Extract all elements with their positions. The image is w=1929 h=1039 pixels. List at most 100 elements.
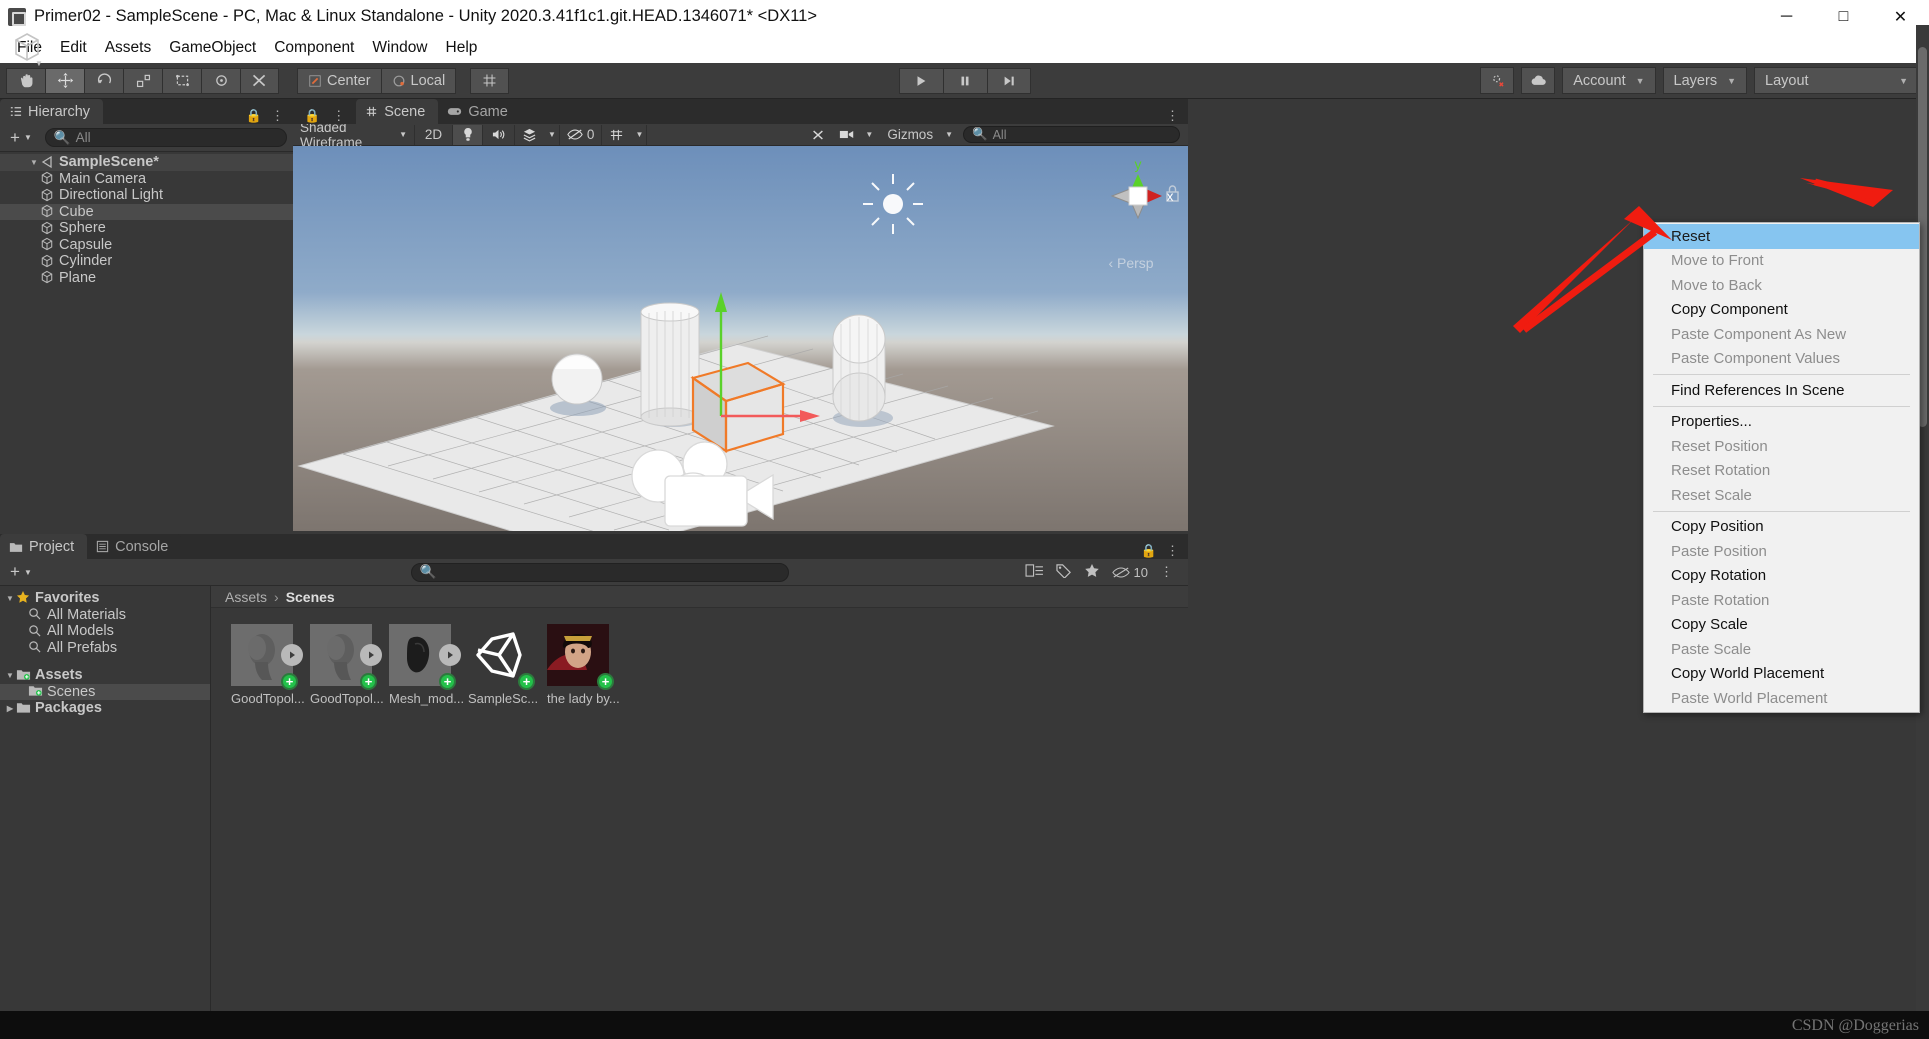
- project-tree-assets[interactable]: ▼ Assets: [0, 667, 210, 684]
- more-options-icon[interactable]: ⋮: [1166, 543, 1179, 559]
- menu-help[interactable]: Help: [437, 36, 487, 60]
- menu-item-copy-rotation[interactable]: Copy Rotation: [1644, 564, 1919, 589]
- grid-snap-icon[interactable]: [470, 67, 510, 94]
- menu-gameobject[interactable]: GameObject: [160, 36, 265, 60]
- chevron-down-icon[interactable]: ▼: [4, 594, 16, 603]
- asset-item[interactable]: + the lady by...: [547, 624, 620, 706]
- scene-camera-icon[interactable]: ▼: [832, 125, 880, 145]
- lock-icon[interactable]: 🔒: [1141, 543, 1157, 559]
- more-options-icon[interactable]: ⋮: [271, 108, 284, 124]
- pivot-rotation-button[interactable]: Local: [380, 67, 457, 94]
- menu-component[interactable]: Component: [265, 36, 363, 60]
- rect-tool-icon[interactable]: [162, 67, 201, 94]
- scene-fx-icon[interactable]: ▼: [515, 124, 560, 145]
- step-button[interactable]: [986, 67, 1031, 94]
- scene-search-input[interactable]: 🔍 All: [963, 126, 1180, 143]
- maximize-button[interactable]: □: [1815, 0, 1872, 33]
- custom-tool-icon[interactable]: [240, 67, 279, 94]
- menu-item-copy-component[interactable]: Copy Component: [1644, 298, 1919, 323]
- menu-item-find-references-in-scene[interactable]: Find References In Scene: [1644, 378, 1919, 403]
- account-button[interactable]: Account ▼: [1562, 67, 1656, 94]
- search-by-type-icon[interactable]: [1025, 563, 1044, 581]
- menu-window[interactable]: Window: [363, 36, 436, 60]
- hand-tool-icon[interactable]: [6, 67, 45, 94]
- play-button[interactable]: [898, 67, 943, 94]
- project-tree-all-prefabs[interactable]: All Prefabs: [0, 640, 210, 657]
- chevron-down-icon[interactable]: ▼: [541, 130, 556, 139]
- scene-grid-icon[interactable]: ▼: [602, 124, 648, 145]
- play-badge-icon[interactable]: [281, 644, 303, 666]
- chevron-down-icon[interactable]: ▼: [859, 130, 873, 139]
- scene-lighting-icon[interactable]: [453, 124, 483, 145]
- asset-item[interactable]: + SampleSc...: [468, 624, 538, 706]
- project-tree-scenes[interactable]: Scenes: [0, 683, 210, 700]
- menu-item-copy-scale[interactable]: Copy Scale: [1644, 613, 1919, 638]
- hierarchy-scene-row[interactable]: ▼ SampleScene*: [0, 154, 293, 171]
- hierarchy-item-cylinder[interactable]: Cylinder: [0, 253, 293, 270]
- chevron-right-icon[interactable]: ▶: [4, 704, 16, 713]
- tab-hierarchy[interactable]: Hierarchy: [0, 99, 104, 124]
- project-search-input[interactable]: 🔍: [410, 562, 789, 582]
- menu-edit[interactable]: Edit: [51, 36, 96, 60]
- search-by-label-icon[interactable]: [1055, 563, 1072, 581]
- cloud-icon[interactable]: [1521, 67, 1556, 94]
- menu-assets[interactable]: Assets: [96, 36, 161, 60]
- breadcrumb-assets[interactable]: Assets: [225, 589, 267, 605]
- lock-icon[interactable]: 🔒: [304, 108, 320, 124]
- scene-hidden-objects-toggle[interactable]: 0: [560, 124, 603, 145]
- scene-gizmo-settings-icon[interactable]: [804, 125, 832, 145]
- create-asset-button[interactable]: + ▼: [6, 562, 36, 582]
- hierarchy-item-sphere[interactable]: Sphere: [0, 220, 293, 237]
- tab-console[interactable]: Console: [87, 534, 182, 559]
- transform-tool-icon[interactable]: [201, 67, 240, 94]
- breadcrumb-scenes[interactable]: Scenes: [286, 589, 335, 605]
- chevron-down-icon[interactable]: ▼: [4, 671, 16, 680]
- scene-audio-icon[interactable]: [483, 124, 515, 145]
- chevron-down-icon[interactable]: ▼: [628, 130, 643, 139]
- layout-button[interactable]: Layout ▼: [1754, 67, 1919, 94]
- add-gameobject-button[interactable]: + ▼: [6, 128, 36, 148]
- menu-item-reset[interactable]: Reset: [1644, 224, 1919, 249]
- more-options-icon[interactable]: ⋮: [1160, 564, 1173, 580]
- favorite-icon[interactable]: [1084, 563, 1100, 581]
- toggle-2d-button[interactable]: 2D: [415, 124, 453, 145]
- scene-viewport[interactable]: y x ‹ Persp: [293, 146, 1188, 531]
- tab-game[interactable]: Game: [438, 99, 521, 124]
- more-options-icon[interactable]: ⋮: [1166, 108, 1179, 124]
- layers-button[interactable]: Layers ▼: [1662, 67, 1747, 94]
- project-tree-packages[interactable]: ▶ Packages: [0, 700, 210, 717]
- hierarchy-item-directional-light[interactable]: Directional Light: [0, 187, 293, 204]
- services-icon[interactable]: [1480, 67, 1515, 94]
- hierarchy-search-input[interactable]: 🔍 All: [44, 128, 287, 147]
- tab-scene[interactable]: Scene: [356, 99, 439, 124]
- menu-item-copy-position[interactable]: Copy Position: [1644, 515, 1919, 540]
- menu-item-copy-world-placement[interactable]: Copy World Placement: [1644, 662, 1919, 687]
- minimize-button[interactable]: ─: [1758, 0, 1815, 33]
- asset-item[interactable]: + Mesh_mod...: [389, 624, 464, 706]
- hierarchy-item-cube[interactable]: Cube: [0, 203, 293, 220]
- asset-item[interactable]: + GoodTopol...: [231, 624, 305, 706]
- hierarchy-item-capsule[interactable]: Capsule: [0, 237, 293, 254]
- more-options-icon[interactable]: ⋮: [332, 108, 345, 124]
- tab-project[interactable]: Project: [0, 534, 88, 559]
- project-tree-all-materials[interactable]: All Materials: [0, 607, 210, 624]
- hierarchy-item-plane[interactable]: Plane: [0, 270, 293, 287]
- draw-mode-dropdown[interactable]: Shaded Wireframe ▼: [293, 120, 415, 150]
- pivot-mode-button[interactable]: Center: [297, 67, 381, 94]
- project-tree-favorites[interactable]: ▼ Favorites: [0, 590, 210, 607]
- asset-item[interactable]: + GoodTopol...: [310, 624, 384, 706]
- project-tree-all-models[interactable]: All Models: [0, 623, 210, 640]
- move-tool-icon[interactable]: [45, 67, 84, 94]
- play-badge-icon[interactable]: [439, 644, 461, 666]
- lock-icon[interactable]: 🔒: [246, 108, 262, 124]
- gizmos-button[interactable]: Gizmos ▼: [880, 125, 955, 145]
- chevron-down-icon[interactable]: ▼: [28, 158, 40, 167]
- play-badge-icon[interactable]: [360, 644, 382, 666]
- scale-tool-icon[interactable]: [123, 67, 162, 94]
- console-tab-label: Console: [115, 538, 169, 555]
- hierarchy-item-main-camera[interactable]: Main Camera: [0, 171, 293, 188]
- chevron-down-icon[interactable]: ▼: [35, 59, 43, 68]
- pause-button[interactable]: [942, 67, 987, 94]
- rotate-tool-icon[interactable]: [84, 67, 123, 94]
- menu-item-properties[interactable]: Properties...: [1644, 410, 1919, 435]
